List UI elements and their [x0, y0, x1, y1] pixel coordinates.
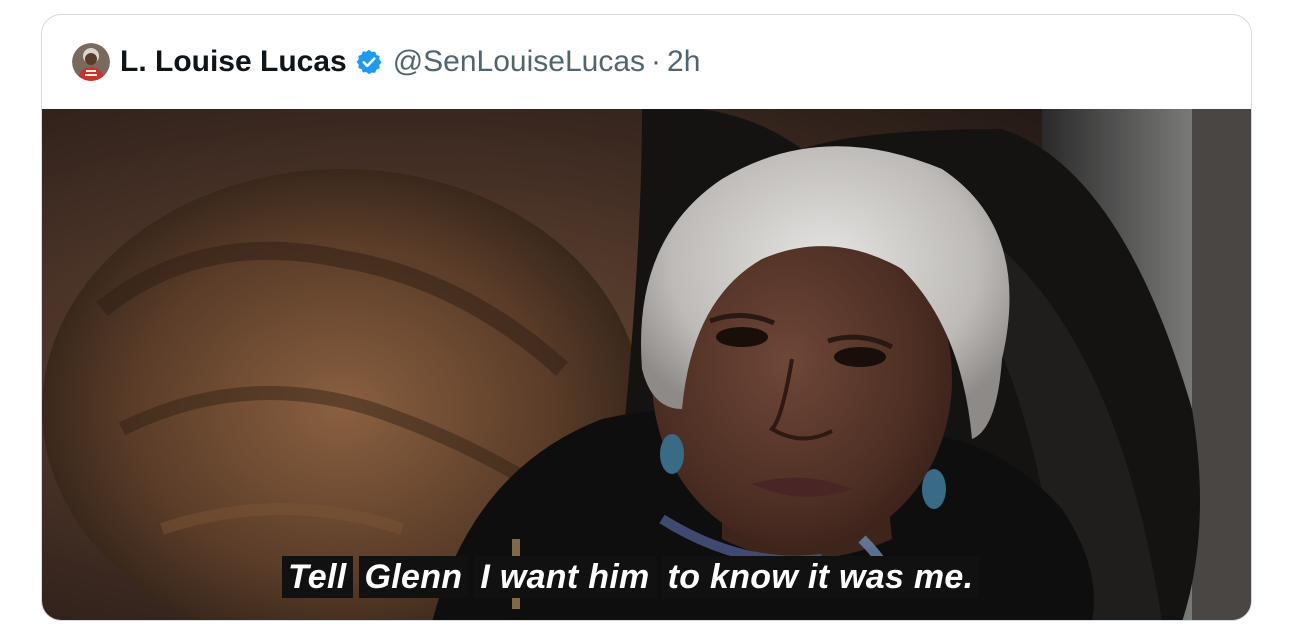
display-name[interactable]: L. Louise Lucas: [120, 45, 347, 79]
tweet-media-image[interactable]: Tell Glenn I want him to know it was me.: [42, 109, 1251, 620]
meme-image: [42, 109, 1251, 620]
tweet-header: L. Louise Lucas @SenLouiseLucas · 2h: [42, 15, 1251, 109]
separator-dot: ·: [651, 45, 662, 78]
meme-subtitle: Tell Glenn I want him to know it was me.: [282, 556, 980, 598]
verified-badge-icon: [355, 48, 383, 76]
timestamp[interactable]: 2h: [667, 45, 700, 79]
user-handle[interactable]: @SenLouiseLucas: [393, 45, 645, 79]
avatar[interactable]: [72, 43, 110, 81]
quoted-tweet-card[interactable]: L. Louise Lucas @SenLouiseLucas · 2h Tel…: [41, 14, 1252, 621]
subtitle-segment: Glenn: [358, 556, 469, 598]
subtitle-segment: to know it was me.: [661, 556, 980, 598]
subtitle-segment: I want him: [474, 556, 656, 598]
subtitle-segment: Tell: [282, 556, 353, 598]
